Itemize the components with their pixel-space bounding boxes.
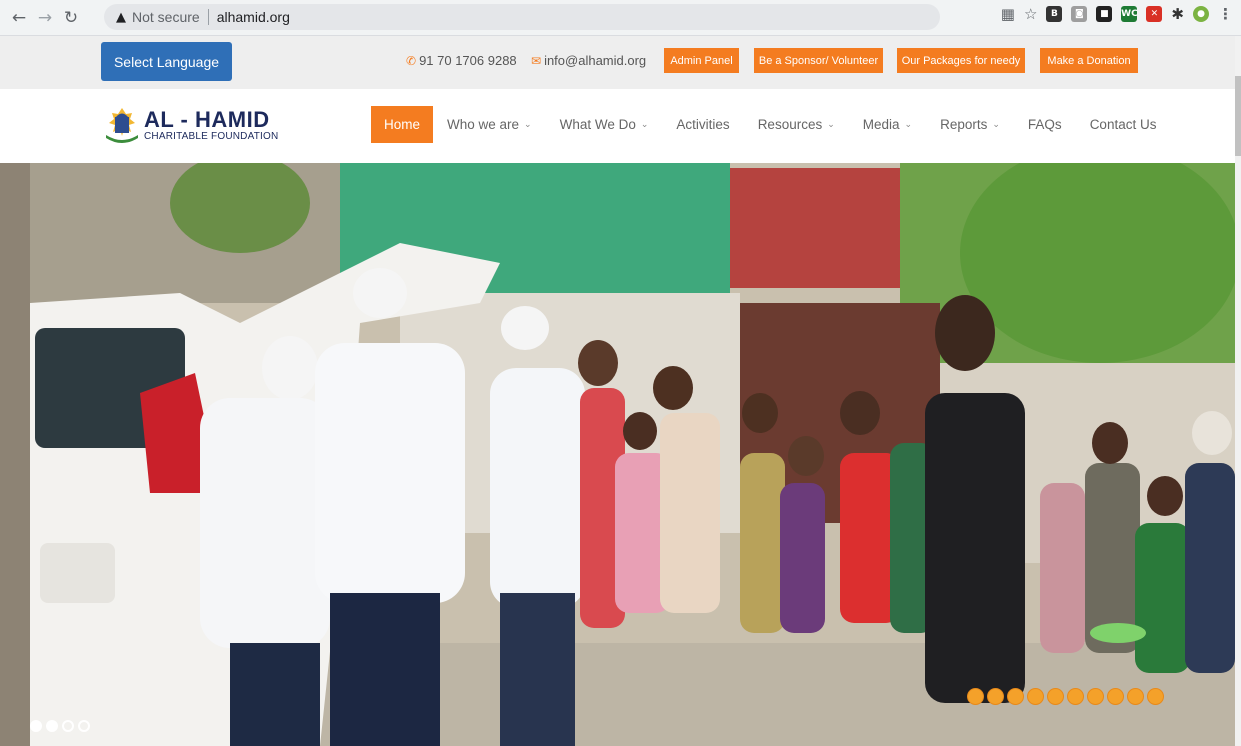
bookmark-icon[interactable]: B bbox=[1046, 6, 1063, 22]
divider bbox=[207, 9, 209, 25]
ext-dark-icon[interactable]: ■ bbox=[1096, 6, 1113, 22]
url-text: alhamid.org bbox=[216, 9, 290, 25]
select-language-button[interactable]: Select Language bbox=[101, 42, 232, 81]
menu-icon[interactable]: ⋮ bbox=[1218, 5, 1233, 23]
nav-item-who-we-are[interactable]: Who we are ⌄ bbox=[433, 106, 546, 143]
reload-icon[interactable]: ↻ bbox=[58, 5, 84, 31]
slider-dot[interactable] bbox=[46, 720, 58, 732]
carousel-dot[interactable] bbox=[1087, 688, 1104, 705]
carousel-dot[interactable] bbox=[1067, 688, 1084, 705]
main-navigation: AL - HAMID CHARITABLE FOUNDATION Home Wh… bbox=[0, 89, 1241, 163]
carousel-pagination bbox=[967, 688, 1164, 705]
address-bar[interactable]: ▲ Not secure alhamid.org bbox=[104, 4, 940, 30]
email-address: info@alhamid.org bbox=[544, 53, 647, 68]
page-scrollbar[interactable] bbox=[1235, 36, 1241, 746]
nav-item-label: Media bbox=[862, 117, 900, 132]
nav-menu: Home Who we are ⌄ What We Do ⌄ Activitie… bbox=[371, 106, 1170, 143]
hero-slider[interactable] bbox=[0, 163, 1241, 746]
carousel-dot[interactable] bbox=[967, 688, 984, 705]
chevron-down-icon: ⌄ bbox=[524, 119, 532, 130]
slider-pagination bbox=[30, 720, 90, 732]
wc-icon[interactable]: WC bbox=[1121, 6, 1138, 22]
nav-item-resources[interactable]: Resources ⌄ bbox=[744, 106, 849, 143]
phone-number: 91 70 1706 9288 bbox=[419, 53, 517, 68]
chevron-down-icon: ⌄ bbox=[904, 119, 913, 130]
nav-item-media[interactable]: Media ⌄ bbox=[849, 106, 926, 143]
chevron-down-icon: ⌄ bbox=[640, 119, 649, 130]
carousel-dot[interactable] bbox=[987, 688, 1004, 705]
packages-button[interactable]: Our Packages for needy bbox=[897, 48, 1025, 73]
back-arrow-icon[interactable]: ← bbox=[6, 5, 32, 31]
qr-icon[interactable]: ▦ bbox=[1001, 5, 1015, 23]
nav-item-label: Contact Us bbox=[1089, 117, 1157, 132]
sponsor-volunteer-button[interactable]: Be a Sponsor/ Volunteer bbox=[754, 48, 883, 73]
admin-panel-button[interactable]: Admin Panel bbox=[664, 48, 739, 73]
avatar-icon[interactable]: ● bbox=[1193, 6, 1209, 22]
envelope-icon: ✉ bbox=[531, 53, 542, 68]
site-logo[interactable]: AL - HAMID CHARITABLE FOUNDATION bbox=[102, 105, 278, 145]
nav-item-label: Home bbox=[384, 117, 421, 132]
nav-item-contact-us[interactable]: Contact Us bbox=[1076, 106, 1171, 143]
nav-item-reports[interactable]: Reports ⌄ bbox=[926, 106, 1014, 143]
phone-contact[interactable]: ✆ 91 70 1706 9288 bbox=[406, 53, 517, 68]
nav-item-what-we-do[interactable]: What We Do ⌄ bbox=[546, 106, 663, 143]
security-label: Not secure bbox=[132, 9, 200, 25]
logo-emblem-icon bbox=[102, 105, 142, 145]
chevron-down-icon: ⌄ bbox=[827, 119, 835, 130]
donation-button[interactable]: Make a Donation bbox=[1040, 48, 1138, 73]
nav-item-label: Resources bbox=[757, 117, 823, 132]
carousel-dot[interactable] bbox=[1027, 688, 1044, 705]
scrollbar-thumb[interactable] bbox=[1235, 76, 1241, 156]
carousel-dot[interactable] bbox=[1147, 688, 1164, 705]
slider-dot[interactable] bbox=[78, 720, 90, 732]
slider-dot[interactable] bbox=[62, 720, 74, 732]
logo-title: AL - HAMID bbox=[144, 106, 270, 132]
nav-item-label: Who we are bbox=[447, 117, 520, 132]
logo-subtitle: CHARITABLE FOUNDATION bbox=[144, 130, 279, 142]
warning-triangle-icon: ▲ bbox=[116, 9, 126, 25]
nav-item-faqs[interactable]: FAQs bbox=[1014, 106, 1076, 143]
extensions-bar: ▦ ☆ B ◙ ■ WC ✕ ✱ ● ⋮ bbox=[1001, 5, 1233, 23]
puzzle-icon[interactable]: ✱ bbox=[1171, 5, 1184, 23]
nav-item-label: Activities bbox=[676, 117, 730, 132]
star-icon[interactable]: ☆ bbox=[1024, 5, 1037, 23]
chevron-down-icon: ⌄ bbox=[992, 119, 1000, 130]
browser-toolbar: ← → ↻ ▲ Not secure alhamid.org ▦ ☆ B ◙ ■… bbox=[0, 0, 1241, 36]
pdf-icon[interactable]: ✕ bbox=[1146, 6, 1163, 22]
email-contact[interactable]: ✉ info@alhamid.org bbox=[531, 53, 646, 68]
nav-item-activities[interactable]: Activities bbox=[662, 106, 743, 143]
nav-item-label: What We Do bbox=[559, 117, 636, 132]
nav-item-label: Reports bbox=[940, 117, 988, 132]
nav-item-label: FAQs bbox=[1027, 117, 1062, 132]
ext-gray-icon[interactable]: ◙ bbox=[1071, 6, 1088, 22]
carousel-dot[interactable] bbox=[1107, 688, 1124, 705]
carousel-dot[interactable] bbox=[1047, 688, 1064, 705]
forward-arrow-icon[interactable]: → bbox=[32, 5, 58, 31]
carousel-dot[interactable] bbox=[1007, 688, 1024, 705]
nav-item-home[interactable]: Home bbox=[371, 106, 434, 143]
hero-photo bbox=[0, 163, 1241, 746]
carousel-dot[interactable] bbox=[1127, 688, 1144, 705]
slider-dot[interactable] bbox=[30, 720, 42, 732]
phone-icon: ✆ bbox=[406, 53, 417, 68]
top-info-bar: Select Language ✆ 91 70 1706 9288 ✉ info… bbox=[0, 36, 1241, 89]
